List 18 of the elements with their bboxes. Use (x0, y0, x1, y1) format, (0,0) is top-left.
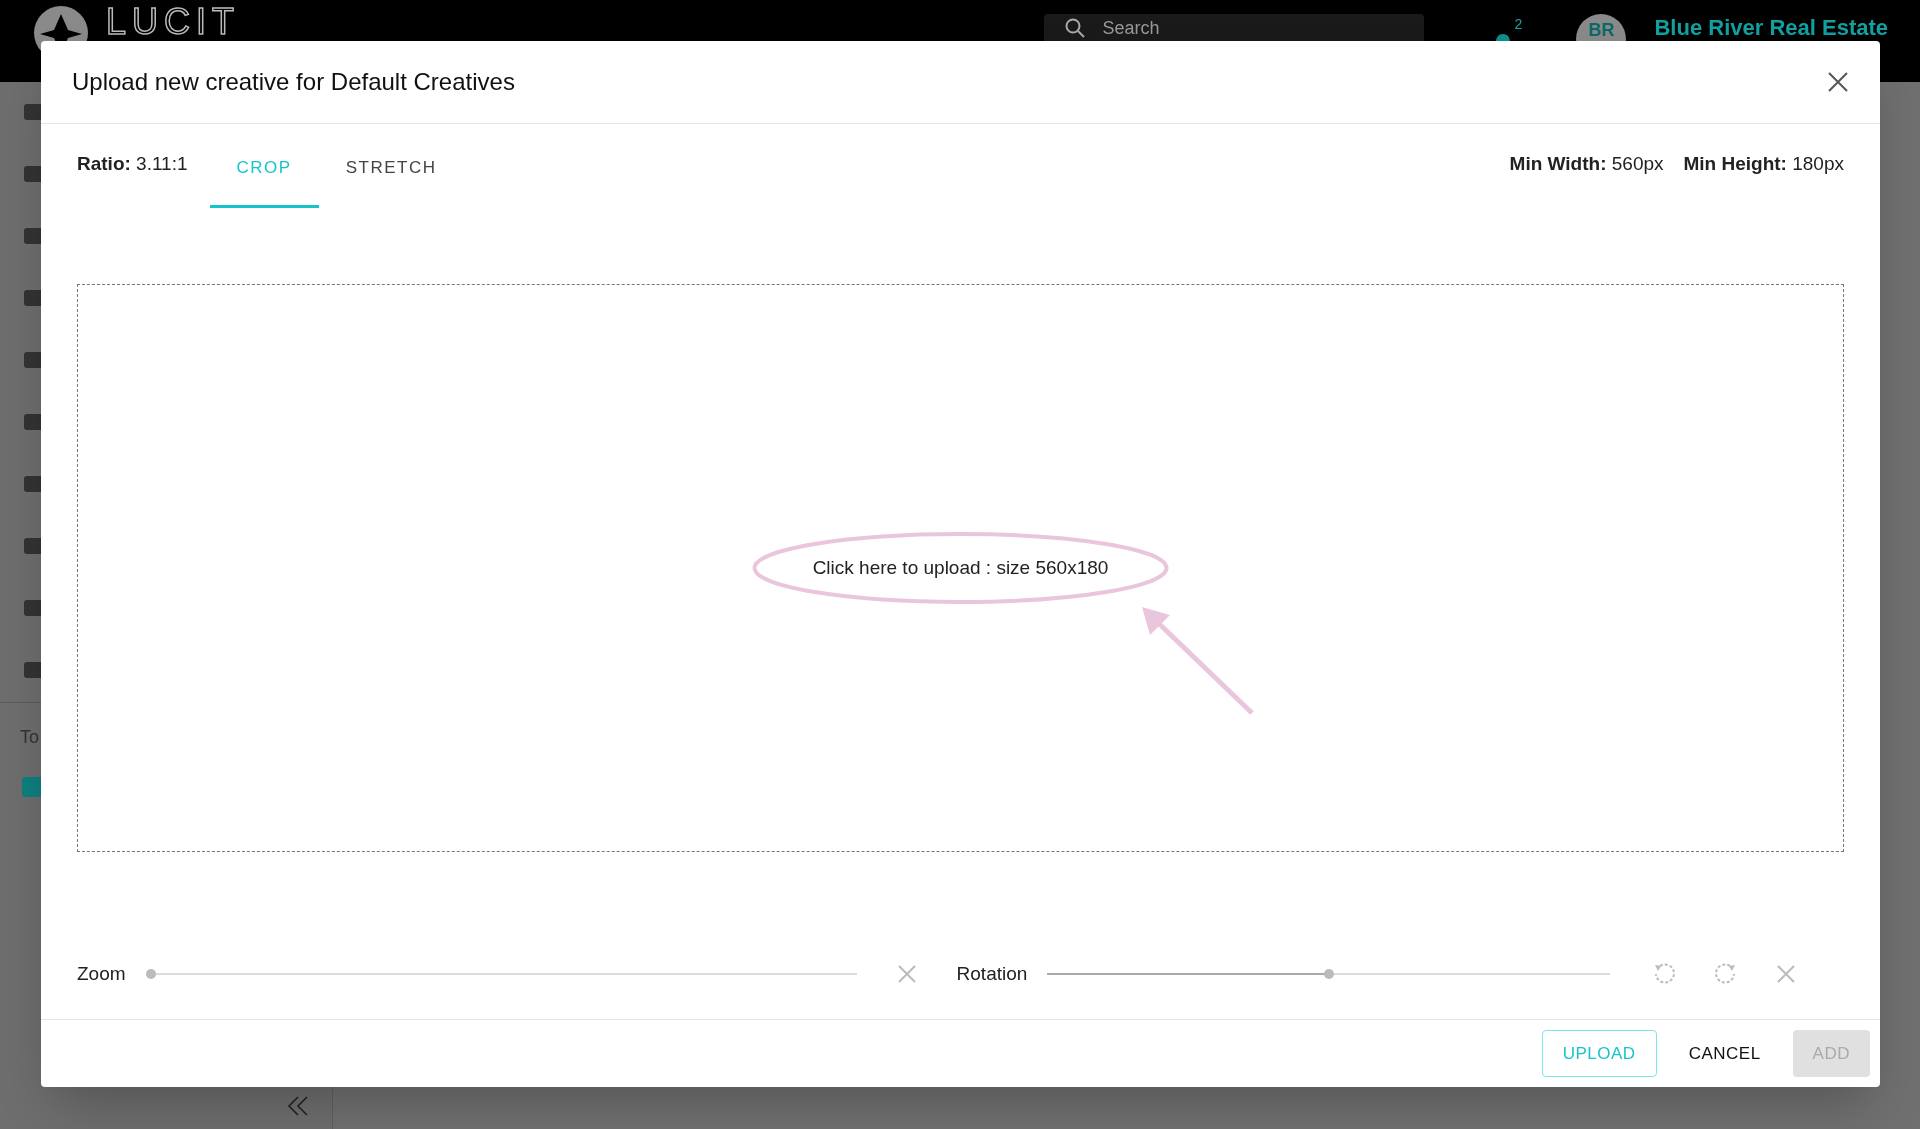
slider-thumb[interactable] (1323, 969, 1334, 979)
size-limit-text: Min Height: 180px (1683, 151, 1844, 176)
tab[interactable]: STRETCH (318, 126, 464, 208)
slider-thumb[interactable] (145, 969, 156, 979)
search-icon (1064, 17, 1087, 39)
ratio-text: Ratio: 3.11:1 (77, 151, 188, 176)
notification-count: 2 (1514, 15, 1523, 34)
upload-area[interactable]: Click here to upload : size 560x180 (77, 284, 1844, 852)
account-name[interactable]: Blue River Real Estate (1654, 16, 1888, 40)
slider-label: Rotation (956, 961, 1028, 986)
sidebar-text: To (19, 726, 40, 749)
dialog-title: Upload new creative for Default Creatives (72, 67, 515, 97)
slider-label: Zoom (77, 961, 126, 986)
collapse-icon[interactable] (286, 1095, 310, 1117)
size-limit-text: Min Width: 560px (1509, 151, 1664, 176)
close-icon[interactable] (1827, 71, 1849, 93)
logo-text: LUCIT (106, 4, 240, 40)
search-field[interactable]: Search (1102, 17, 1403, 39)
